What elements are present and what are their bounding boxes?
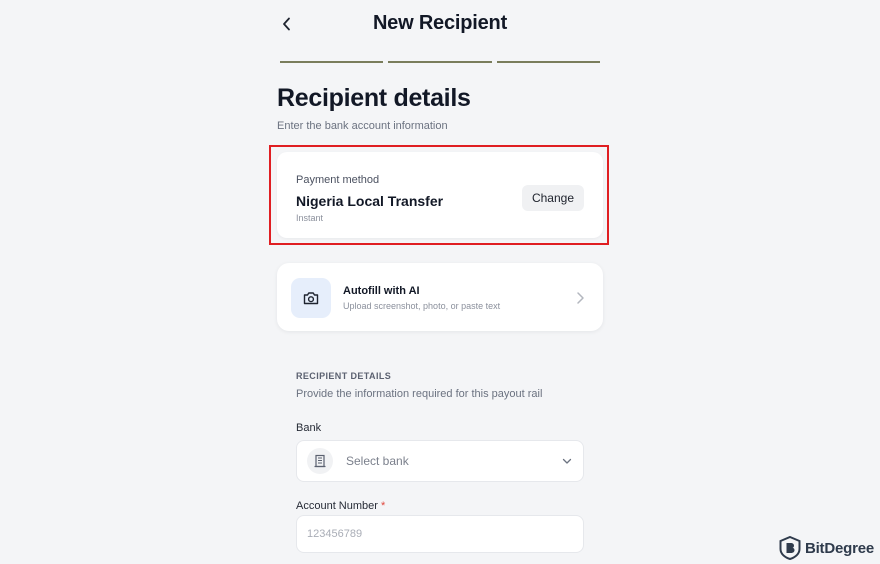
bank-select-placeholder: Select bank: [346, 454, 409, 468]
recipient-details-heading: RECIPIENT DETAILS: [296, 371, 392, 381]
autofill-title: Autofill with AI: [343, 285, 420, 297]
bitdegree-watermark: BitDegree: [779, 536, 874, 560]
chevron-down-icon: [562, 458, 572, 464]
autofill-icon-tile: [291, 278, 331, 318]
bank-icon: [307, 448, 333, 474]
account-number-input[interactable]: [296, 515, 584, 553]
section-heading: Recipient details: [277, 84, 471, 112]
recipient-details-subtitle: Provide the information required for thi…: [296, 388, 543, 400]
account-number-label: Account Number *: [296, 500, 385, 512]
autofill-subtitle: Upload screenshot, photo, or paste text: [343, 301, 501, 311]
step-bar-1: [280, 61, 384, 63]
account-number-label-text: Account Number: [296, 500, 378, 512]
page-title: New Recipient: [372, 12, 508, 34]
building-icon: [314, 454, 326, 468]
section-subtitle: Enter the bank account information: [277, 120, 448, 132]
step-bar-2: [388, 61, 492, 63]
chevron-right-icon: [577, 292, 584, 304]
highlight-box: [269, 145, 609, 245]
chevron-left-icon: [283, 17, 290, 31]
bitdegree-logo-icon: [779, 536, 801, 560]
back-button[interactable]: [276, 12, 298, 36]
autofill-ai-card[interactable]: Autofill with AI Upload screenshot, phot…: [277, 263, 603, 331]
step-bar-3: [496, 61, 600, 63]
progress-stepper: [280, 61, 600, 63]
bank-label: Bank: [296, 422, 322, 434]
watermark-text: BitDegree: [804, 539, 874, 557]
required-star: *: [381, 500, 386, 512]
bank-select[interactable]: Select bank: [296, 440, 584, 482]
camera-icon: [303, 292, 319, 305]
